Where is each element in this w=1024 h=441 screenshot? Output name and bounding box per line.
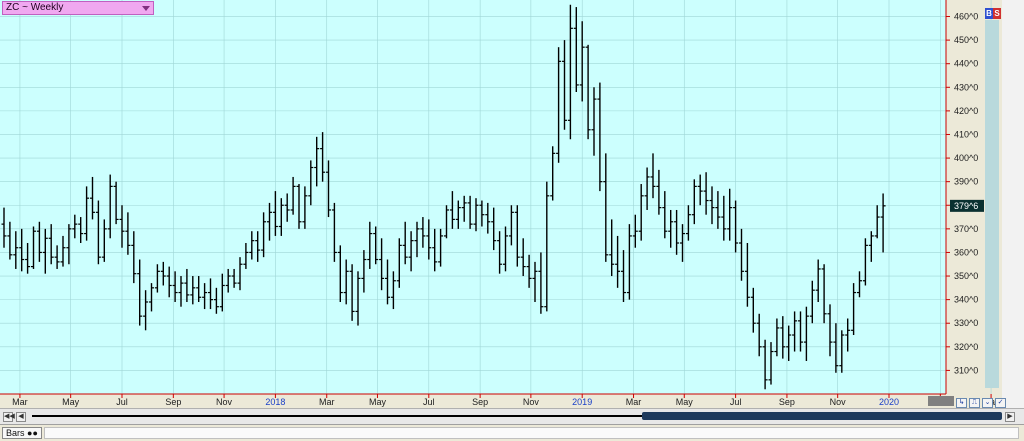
y-tick-label: 330^0: [954, 318, 978, 328]
y-tick-label: 430^0: [954, 82, 978, 92]
sell-label[interactable]: S: [993, 8, 1001, 19]
x-axis: Mar May Jul Sep Nov 2018 Mar May Jul Sep Nov 2019 Ma…: [0, 393, 1000, 407]
x-tick-label: Jul: [423, 397, 435, 407]
y-tick-label: 350^0: [954, 271, 978, 281]
price-chart[interactable]: Mar May Jul Sep Nov 2018 Mar May Jul Sep Nov 2019 Ma…: [0, 0, 1024, 441]
y-tick-label: 340^0: [954, 295, 978, 305]
status-bar: Bars ●●: [0, 424, 1024, 441]
status-field: [44, 427, 1019, 439]
x-tick-label: Sep: [472, 397, 488, 407]
scroll-first-icon[interactable]: ◀◀: [3, 412, 15, 422]
x-tick-label: 2020: [879, 397, 899, 407]
bars-tab[interactable]: Bars ●●: [2, 427, 42, 439]
chart-mode-icon-1[interactable]: ↳: [956, 398, 967, 408]
x-tick-label: Nov: [216, 397, 233, 407]
symbol-selector[interactable]: ZC ~ Weekly: [2, 1, 154, 15]
x-tick-label: Jul: [730, 397, 742, 407]
scroll-track[interactable]: [32, 415, 642, 417]
x-tick-label: Mar: [626, 397, 642, 407]
dropdown-arrow-icon[interactable]: [142, 6, 150, 11]
x-tick-label: 2018: [265, 397, 285, 407]
y-tick-label: 440^0: [954, 59, 978, 69]
scroll-right-icon[interactable]: ▶: [1005, 412, 1015, 422]
y-tick-label: 410^0: [954, 129, 978, 139]
x-tick-label: May: [676, 397, 694, 407]
last-price-label: 379^6: [954, 201, 978, 211]
y-axis: 310^0320^0330^0340^0350^0360^0370^0380^0…: [945, 0, 984, 394]
y-tick-label: 420^0: [954, 106, 978, 116]
chart-mode-icon-3[interactable]: ⌄: [982, 398, 993, 408]
y-tick-label: 320^0: [954, 342, 978, 352]
y-tick-label: 310^0: [954, 365, 978, 375]
x-tick-label: May: [369, 397, 387, 407]
y-tick-label: 370^0: [954, 224, 978, 234]
right-strip: [985, 20, 999, 388]
chart-mode-icon-4[interactable]: ✓: [995, 398, 1006, 408]
x-tick-label: Mar: [319, 397, 335, 407]
plot-background: [0, 0, 946, 394]
y-tick-label: 360^0: [954, 247, 978, 257]
symbol-label: ZC ~ Weekly: [6, 2, 64, 13]
bars-tab-label: Bars: [6, 428, 25, 438]
x-tick-label: Mar: [12, 397, 28, 407]
x-tick-label: Sep: [779, 397, 795, 407]
corner-block: [928, 396, 954, 406]
bars-tab-glyph-icon: ●●: [27, 428, 38, 438]
x-tick-label: Jul: [116, 397, 128, 407]
y-tick-label: 450^0: [954, 35, 978, 45]
x-tick-label: 2019: [572, 397, 592, 407]
x-tick-label: Nov: [830, 397, 847, 407]
y-tick-label: 390^0: [954, 177, 978, 187]
buy-sell-badge[interactable]: B S: [985, 8, 1001, 19]
x-tick-label: Sep: [165, 397, 181, 407]
scroll-left-icon[interactable]: ◀: [16, 412, 26, 422]
scroll-thumb[interactable]: [642, 412, 1002, 420]
y-tick-label: 460^0: [954, 12, 978, 22]
chart-mode-icon-2[interactable]: ⎍: [969, 398, 980, 408]
right-gutter: [1002, 0, 1024, 408]
x-tick-label: Nov: [523, 397, 540, 407]
x-tick-label: May: [62, 397, 80, 407]
horizontal-scrollbar[interactable]: ◀◀ ◀ ▶: [0, 408, 1024, 424]
y-tick-label: 400^0: [954, 153, 978, 163]
buy-label[interactable]: B: [985, 8, 993, 19]
